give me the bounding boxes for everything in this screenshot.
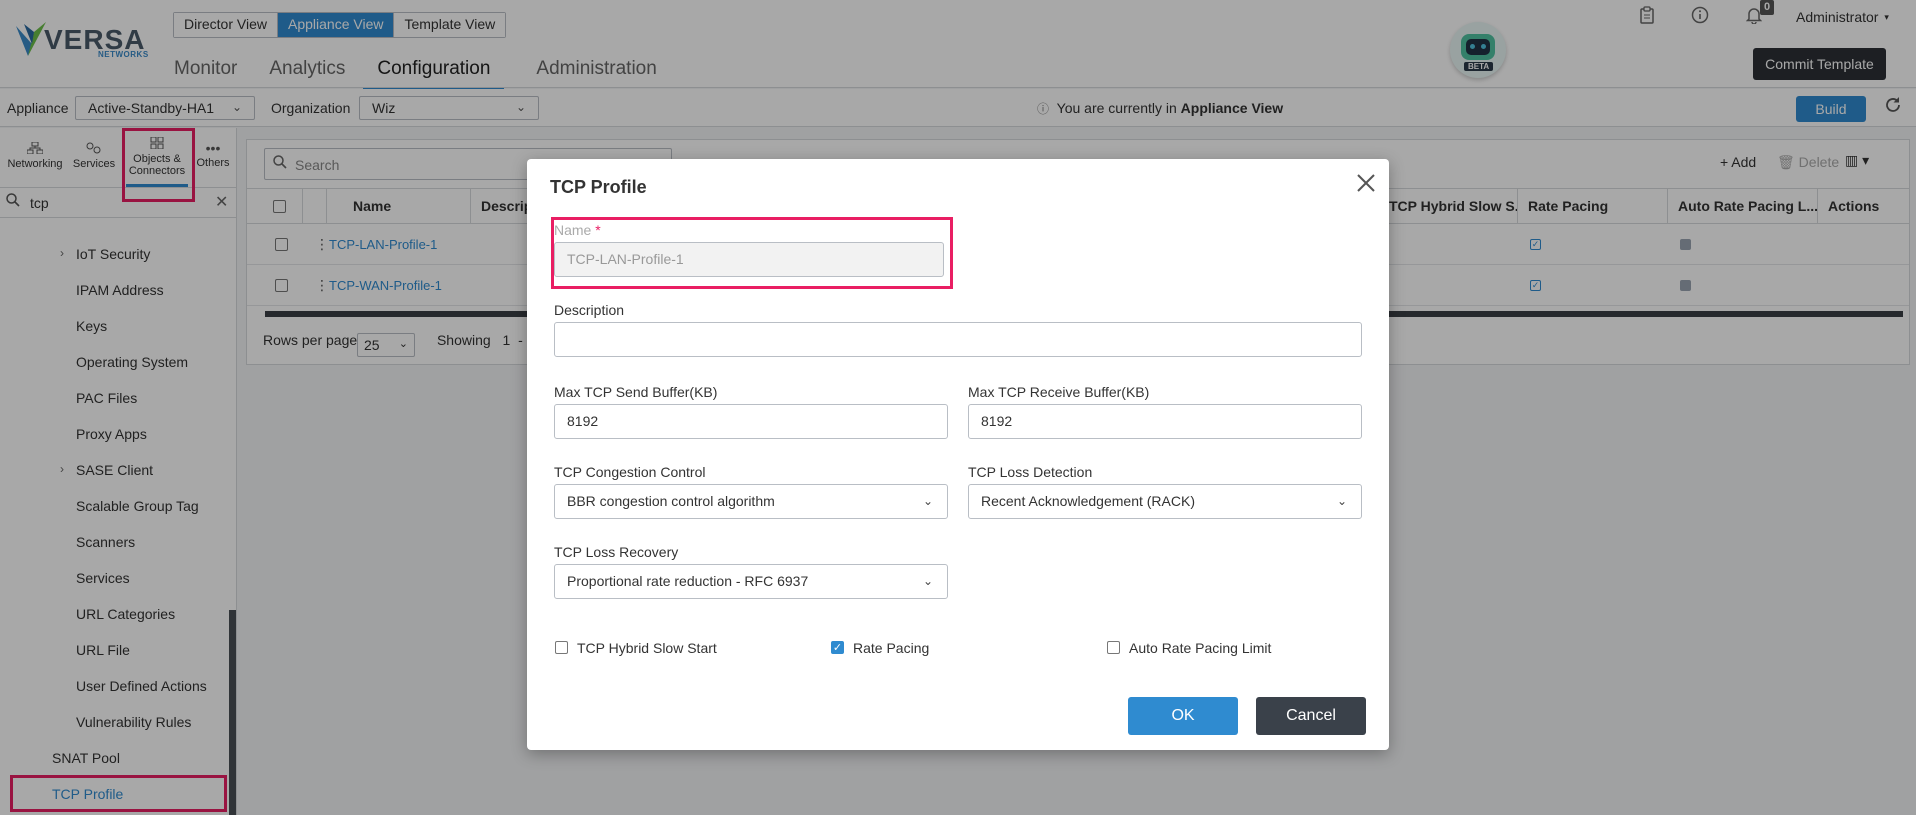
required-marker: * bbox=[595, 222, 601, 238]
loss-recovery-label: TCP Loss Recovery bbox=[554, 544, 679, 560]
loss-recovery-value: Proportional rate reduction - RFC 6937 bbox=[567, 573, 809, 589]
ok-button[interactable]: OK bbox=[1128, 697, 1238, 735]
receive-buffer-field[interactable]: 8192 bbox=[968, 404, 1362, 439]
description-field[interactable] bbox=[554, 322, 1362, 357]
send-buffer-value: 8192 bbox=[567, 413, 599, 429]
hybrid-slow-start-checkbox[interactable] bbox=[555, 641, 568, 654]
dialog-title: TCP Profile bbox=[550, 177, 647, 197]
auto-rate-pacing-label: Auto Rate Pacing Limit bbox=[1129, 640, 1272, 656]
name-label: Name * bbox=[554, 222, 601, 238]
hybrid-slow-start-label: TCP Hybrid Slow Start bbox=[577, 640, 717, 656]
send-buffer-field[interactable]: 8192 bbox=[554, 404, 948, 439]
cancel-button[interactable]: Cancel bbox=[1256, 697, 1366, 735]
description-label: Description bbox=[554, 302, 625, 318]
tcp-profile-dialog: TCP Profile Name * TCP-LAN-Profile-1 Des… bbox=[527, 159, 1389, 750]
congestion-control-label: TCP Congestion Control bbox=[554, 464, 706, 480]
rate-pacing-checkbox[interactable]: ✓ bbox=[831, 641, 844, 654]
send-buffer-label: Max TCP Send Buffer(KB) bbox=[554, 384, 718, 400]
congestion-control-value: BBR congestion control algorithm bbox=[567, 493, 775, 509]
congestion-control-select[interactable]: BBR congestion control algorithm ⌄ bbox=[554, 484, 948, 519]
name-field-value: TCP-LAN-Profile-1 bbox=[567, 251, 684, 267]
chevron-down-icon: ⌄ bbox=[1336, 494, 1347, 508]
loss-detection-value: Recent Acknowledgement (RACK) bbox=[981, 493, 1195, 509]
rate-pacing-label: Rate Pacing bbox=[853, 640, 930, 656]
receive-buffer-value: 8192 bbox=[981, 413, 1013, 429]
chevron-down-icon: ⌄ bbox=[922, 574, 933, 588]
loss-recovery-select[interactable]: Proportional rate reduction - RFC 6937 ⌄ bbox=[554, 564, 948, 599]
loss-detection-select[interactable]: Recent Acknowledgement (RACK) ⌄ bbox=[968, 484, 1362, 519]
receive-buffer-label: Max TCP Receive Buffer(KB) bbox=[968, 384, 1150, 400]
loss-detection-label: TCP Loss Detection bbox=[968, 464, 1093, 480]
name-field[interactable]: TCP-LAN-Profile-1 bbox=[554, 242, 944, 277]
auto-rate-pacing-checkbox[interactable] bbox=[1107, 641, 1120, 654]
chevron-down-icon: ⌄ bbox=[922, 494, 933, 508]
close-icon[interactable] bbox=[1356, 171, 1376, 197]
